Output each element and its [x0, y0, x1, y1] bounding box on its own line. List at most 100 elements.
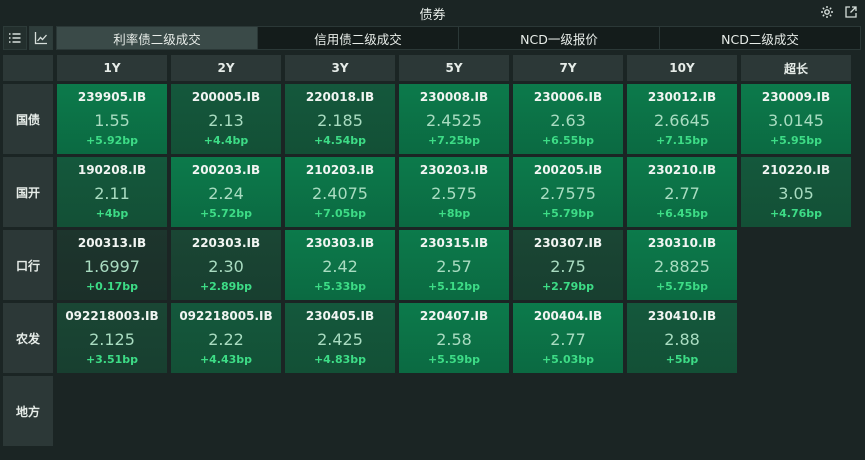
bond-code: 200203.IB	[191, 163, 261, 177]
bond-cell[interactable]: 230405.IB 2.425 +4.83bp	[285, 303, 395, 373]
empty-cell	[741, 376, 851, 446]
bond-cell[interactable]: 220018.IB 2.185 +4.54bp	[285, 84, 395, 154]
bond-cell[interactable]: 092218003.IB 2.125 +3.51bp	[57, 303, 167, 373]
bond-change: +2.79bp	[541, 280, 595, 293]
column-header[interactable]: 7Y	[513, 55, 623, 81]
bond-cell[interactable]: 230008.IB 2.4525 +7.25bp	[399, 84, 509, 154]
bond-cell[interactable]: 200203.IB 2.24 +5.72bp	[171, 157, 281, 227]
bond-code: 230310.IB	[647, 236, 717, 250]
list-view-button[interactable]	[3, 26, 27, 50]
bond-code: 210220.IB	[761, 163, 831, 177]
category-tabs: 利率债二级成交 信用债二级成交 NCD一级报价 NCD二级成交	[56, 26, 861, 50]
column-header[interactable]: 10Y	[627, 55, 737, 81]
tab-ncd-secondary[interactable]: NCD二级成交	[660, 27, 860, 49]
bond-code: 230303.IB	[305, 236, 375, 250]
bond-cell[interactable]: 210203.IB 2.4075 +7.05bp	[285, 157, 395, 227]
row-header[interactable]: 国开	[3, 157, 53, 227]
bond-change: +5.03bp	[541, 353, 595, 366]
empty-cell	[513, 376, 623, 446]
tab-credit-bond-secondary[interactable]: 信用债二级成交	[258, 27, 459, 49]
tab-label: 利率债二级成交	[113, 31, 201, 47]
bond-code: 230008.IB	[419, 90, 489, 104]
bond-code: 200313.IB	[77, 236, 147, 250]
bond-code: 230012.IB	[647, 90, 717, 104]
external-link-icon[interactable]	[843, 4, 859, 20]
bond-cell[interactable]: 230203.IB 2.575 +8bp	[399, 157, 509, 227]
column-header[interactable]: 1Y	[57, 55, 167, 81]
bond-yield: 2.7575	[540, 184, 596, 203]
bond-cell[interactable]: 230310.IB 2.8825 +5.75bp	[627, 230, 737, 300]
bond-cell[interactable]: 220303.IB 2.30 +2.89bp	[171, 230, 281, 300]
bond-yield: 2.4525	[426, 111, 482, 130]
bond-code: 230315.IB	[419, 236, 489, 250]
line-chart-icon	[33, 30, 49, 46]
bond-yield: 2.42	[322, 257, 358, 276]
bond-code: 230203.IB	[419, 163, 489, 177]
column-header[interactable]: 5Y	[399, 55, 509, 81]
bond-code: 239905.IB	[77, 90, 147, 104]
bond-code: 230009.IB	[761, 90, 831, 104]
bond-cell[interactable]: 230303.IB 2.42 +5.33bp	[285, 230, 395, 300]
bond-yield: 2.13	[208, 111, 244, 130]
bond-code: 190208.IB	[77, 163, 147, 177]
tab-label: NCD二级成交	[721, 31, 799, 47]
gear-icon[interactable]	[819, 4, 835, 20]
tab-ncd-primary-quote[interactable]: NCD一级报价	[459, 27, 660, 49]
window-title: 债券	[419, 7, 446, 23]
window-actions	[819, 4, 859, 20]
grid-corner	[3, 55, 53, 81]
bond-yield: 2.125	[89, 330, 135, 349]
bond-change: +0.17bp	[85, 280, 139, 293]
bond-code: 220407.IB	[419, 309, 489, 323]
column-header[interactable]: 超长	[741, 55, 851, 81]
bond-cell[interactable]: 230006.IB 2.63 +6.55bp	[513, 84, 623, 154]
bond-code: 230307.IB	[533, 236, 603, 250]
row-header[interactable]: 地方	[3, 376, 53, 446]
bond-change: +4.83bp	[313, 353, 367, 366]
empty-cell	[741, 303, 851, 373]
bond-change: +6.45bp	[655, 207, 709, 220]
bond-change: +5.12bp	[427, 280, 481, 293]
bond-cell[interactable]: 200313.IB 1.6997 +0.17bp	[57, 230, 167, 300]
bond-change: +5.92bp	[85, 134, 139, 147]
row-header[interactable]: 口行	[3, 230, 53, 300]
bond-cell[interactable]: 230315.IB 2.57 +5.12bp	[399, 230, 509, 300]
tab-rate-bond-secondary[interactable]: 利率债二级成交	[57, 27, 258, 49]
bond-code: 230410.IB	[647, 309, 717, 323]
chart-view-button[interactable]	[29, 26, 53, 50]
bond-cell[interactable]: 210220.IB 3.05 +4.76bp	[741, 157, 851, 227]
bond-yield: 2.75	[550, 257, 586, 276]
bond-yield: 2.11	[94, 184, 130, 203]
bond-cell[interactable]: 230009.IB 3.0145 +5.95bp	[741, 84, 851, 154]
column-header[interactable]: 2Y	[171, 55, 281, 81]
bond-yield: 2.58	[436, 330, 472, 349]
bond-yield: 2.22	[208, 330, 244, 349]
bond-cell[interactable]: 200404.IB 2.77 +5.03bp	[513, 303, 623, 373]
bond-cell[interactable]: 200005.IB 2.13 +4.4bp	[171, 84, 281, 154]
row-header[interactable]: 国债	[3, 84, 53, 154]
column-header[interactable]: 3Y	[285, 55, 395, 81]
bond-code: 210203.IB	[305, 163, 375, 177]
bond-cell[interactable]: 200205.IB 2.7575 +5.79bp	[513, 157, 623, 227]
bond-change: +3.51bp	[85, 353, 139, 366]
bond-cell[interactable]: 230307.IB 2.75 +2.79bp	[513, 230, 623, 300]
bond-change: +5.59bp	[427, 353, 481, 366]
bond-cell[interactable]: 230210.IB 2.77 +6.45bp	[627, 157, 737, 227]
bond-cell[interactable]: 220407.IB 2.58 +5.59bp	[399, 303, 509, 373]
bond-change: +5.72bp	[199, 207, 253, 220]
bond-yield: 2.575	[431, 184, 477, 203]
bond-change: +5.79bp	[541, 207, 595, 220]
bond-cell[interactable]: 230012.IB 2.6645 +7.15bp	[627, 84, 737, 154]
bond-cell[interactable]: 190208.IB 2.11 +4bp	[57, 157, 167, 227]
bond-cell[interactable]: 239905.IB 1.55 +5.92bp	[57, 84, 167, 154]
bond-change: +4.76bp	[769, 207, 823, 220]
bond-yield: 2.8825	[654, 257, 710, 276]
bond-cell[interactable]: 230410.IB 2.88 +5bp	[627, 303, 737, 373]
tab-label: NCD一级报价	[520, 31, 598, 47]
bond-cell[interactable]: 092218005.IB 2.22 +4.43bp	[171, 303, 281, 373]
bond-code: 220018.IB	[305, 90, 375, 104]
bond-change: +4.43bp	[199, 353, 253, 366]
window-titlebar: 债券	[0, 0, 865, 26]
bond-change: +5.33bp	[313, 280, 367, 293]
row-header[interactable]: 农发	[3, 303, 53, 373]
